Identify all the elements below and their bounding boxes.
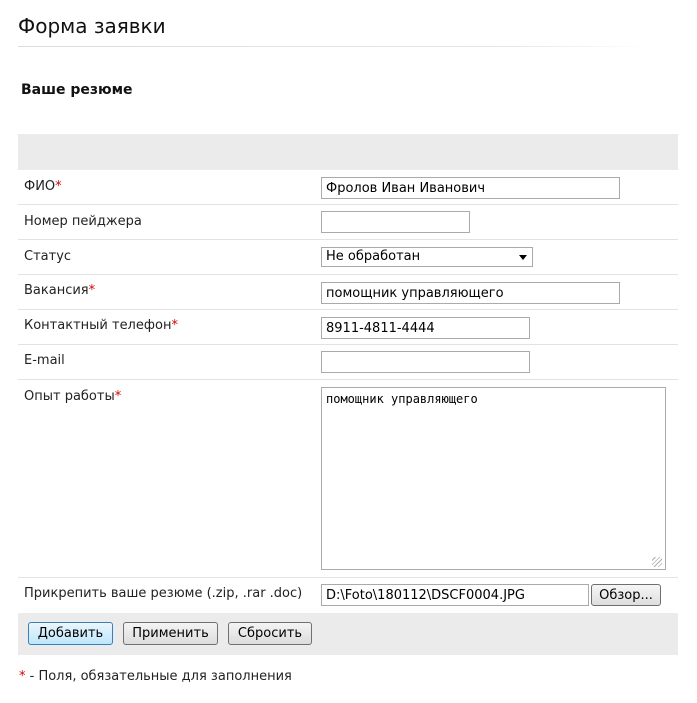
row-email: E-mail bbox=[18, 345, 678, 380]
form-actions-band: Добавить Применить Сбросить bbox=[18, 613, 678, 655]
status-select[interactable]: Не обработан bbox=[321, 247, 533, 267]
required-mark: * bbox=[55, 179, 62, 194]
row-vacancy: Вакансия* bbox=[18, 275, 678, 310]
row-phone: Контактный телефон* bbox=[18, 310, 678, 345]
row-status: Статус Не обработан bbox=[18, 240, 678, 275]
form-header-band bbox=[18, 134, 678, 170]
required-mark: * bbox=[171, 318, 178, 333]
row-pager: Номер пейджера bbox=[18, 205, 678, 240]
page-title: Форма заявки bbox=[18, 14, 166, 38]
required-fields-note: * - Поля, обязательные для заполнения bbox=[19, 669, 292, 684]
fio-label: ФИО* bbox=[24, 179, 62, 194]
row-experience: Опыт работы* помощник управляющего bbox=[18, 380, 678, 578]
phone-label: Контактный телефон* bbox=[24, 318, 178, 333]
resize-grip-icon[interactable] bbox=[652, 557, 662, 567]
row-attachment: Прикрепить ваше резюме (.zip, .rar .doc)… bbox=[18, 578, 678, 613]
required-mark: * bbox=[88, 283, 96, 298]
apply-button[interactable]: Применить bbox=[123, 622, 218, 645]
email-label: E-mail bbox=[24, 353, 65, 368]
experience-textarea[interactable]: помощник управляющего bbox=[321, 387, 666, 570]
title-divider bbox=[18, 46, 648, 47]
phone-field[interactable] bbox=[321, 317, 530, 339]
status-label: Статус bbox=[24, 249, 72, 264]
section-title: Ваше резюме bbox=[21, 82, 133, 98]
attachment-path-field[interactable] bbox=[321, 584, 589, 606]
pager-label: Номер пейджера bbox=[24, 214, 142, 229]
status-selected-value: Не обработан bbox=[326, 249, 421, 264]
required-mark: * bbox=[114, 389, 122, 404]
vacancy-label: Вакансия* bbox=[24, 283, 96, 298]
experience-label: Опыт работы* bbox=[24, 389, 122, 404]
application-form: ФИО* Номер пейджера Статус Не обработан … bbox=[18, 134, 678, 655]
add-button[interactable]: Добавить bbox=[28, 622, 113, 645]
browse-button[interactable]: Обзор... bbox=[591, 584, 661, 606]
email-field[interactable] bbox=[321, 351, 530, 373]
fio-field[interactable] bbox=[321, 177, 620, 199]
pager-field[interactable] bbox=[321, 211, 470, 233]
reset-button[interactable]: Сбросить bbox=[228, 622, 312, 645]
row-fio: ФИО* bbox=[18, 170, 678, 205]
chevron-down-icon bbox=[519, 255, 527, 260]
attachment-label: Прикрепить ваше резюме (.zip, .rar .doc) bbox=[24, 586, 303, 601]
vacancy-field[interactable] bbox=[321, 282, 620, 304]
